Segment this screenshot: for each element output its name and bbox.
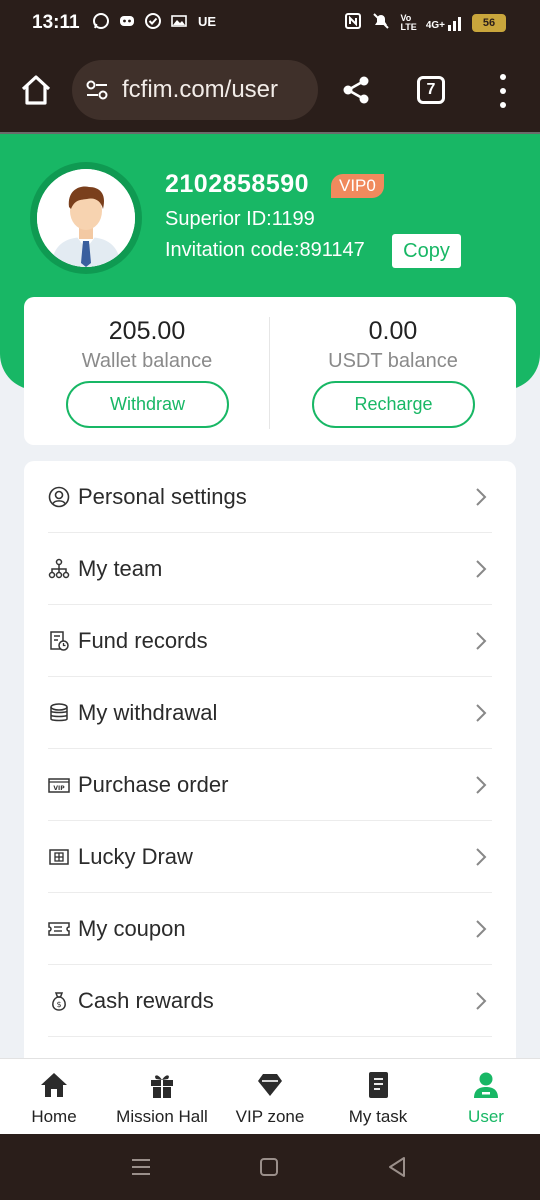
user-icon — [474, 1072, 498, 1098]
carrier-text: UE — [198, 13, 217, 29]
signal-icon: 4G+ — [426, 15, 463, 31]
invitation-code: Invitation code:891147 — [165, 239, 365, 261]
nav-user[interactable]: User — [456, 1059, 516, 1135]
team-tree-icon — [48, 558, 70, 580]
fund-records-icon — [48, 630, 70, 652]
menu-item-cash-rewards[interactable]: $ Cash rewards — [48, 965, 492, 1037]
browser-home-button[interactable] — [18, 72, 54, 108]
recent-apps-icon[interactable] — [128, 1154, 154, 1180]
coins-stack-icon — [48, 702, 70, 724]
house-icon — [21, 75, 51, 105]
menu-item-label: Lucky Draw — [78, 843, 193, 869]
home-square-icon[interactable] — [256, 1154, 282, 1180]
menu-item-label: My team — [78, 555, 163, 581]
menu-item-label: Personal settings — [78, 483, 247, 509]
share-icon — [343, 76, 369, 104]
back-triangle-icon[interactable] — [384, 1154, 410, 1180]
menu-item-label: Purchase order — [78, 771, 229, 797]
menu-item-label: My coupon — [78, 915, 186, 941]
nav-home[interactable]: Home — [24, 1059, 84, 1135]
gift-icon — [151, 1075, 173, 1098]
diamond-icon — [258, 1074, 282, 1096]
coupon-icon — [48, 918, 70, 940]
recharge-button[interactable]: Recharge — [312, 381, 475, 428]
image-icon — [170, 12, 188, 30]
usdt-balance-section: 0.00 USDT balance Recharge — [270, 297, 516, 445]
nav-label: Home — [31, 1107, 77, 1126]
user-menu: Personal settings My team Fund records M… — [24, 461, 516, 1058]
chevron-right-icon — [476, 920, 487, 938]
svg-text:VIP: VIP — [53, 785, 65, 792]
chevron-right-icon — [476, 560, 487, 578]
menu-item-purchase-order[interactable]: VIP Purchase order — [48, 749, 492, 821]
vip-ticket-icon: VIP — [48, 774, 70, 796]
menu-item-personal-settings[interactable]: Personal settings — [48, 461, 492, 533]
notification-icons: UE — [92, 12, 216, 30]
site-settings-icon[interactable] — [84, 77, 110, 103]
lucky-draw-icon — [48, 846, 70, 868]
usdt-balance-label: USDT balance — [328, 350, 458, 372]
battery-indicator: 56 — [472, 13, 506, 32]
chevron-right-icon — [476, 992, 487, 1010]
vip-badge: VIP0 — [331, 174, 384, 198]
share-button[interactable] — [340, 74, 372, 106]
home-icon — [41, 1073, 67, 1097]
notebook-icon — [369, 1072, 388, 1098]
page-content: 2102858590 VIP0 Superior ID:1199 Invitat… — [0, 132, 540, 1058]
nav-mission-hall[interactable]: Mission Hall — [108, 1059, 216, 1135]
menu-item-label: Fund records — [78, 627, 208, 653]
system-navigation-bar — [0, 1134, 540, 1200]
menu-item-my-team[interactable]: My team — [48, 533, 492, 605]
discord-icon — [118, 12, 136, 30]
nfc-icon — [344, 12, 362, 33]
chevron-right-icon — [476, 776, 487, 794]
volte-icon: Vo LTE — [400, 12, 417, 32]
status-time: 13:11 — [32, 12, 80, 33]
balance-card: 205.00 Wallet balance Withdraw 0.00 USDT… — [24, 297, 516, 445]
withdraw-button[interactable]: Withdraw — [66, 381, 229, 428]
system-status-icons: Vo LTE 4G+ 56 — [344, 12, 506, 33]
more-options-button[interactable] — [495, 74, 511, 108]
tab-switcher-button[interactable]: 7 — [417, 76, 445, 104]
nav-label: Mission Hall — [116, 1107, 208, 1126]
chevron-right-icon — [476, 632, 487, 650]
nav-label: User — [468, 1107, 504, 1126]
nav-vip-zone[interactable]: VIP zone — [228, 1059, 312, 1135]
wallet-balance-label: Wallet balance — [81, 350, 213, 372]
chevron-right-icon — [476, 704, 487, 722]
nav-label: My task — [348, 1107, 408, 1126]
menu-item-lucky-draw[interactable]: Lucky Draw — [48, 821, 492, 893]
menu-item-fund-records[interactable]: Fund records — [48, 605, 492, 677]
bottom-navigation: Home Mission Hall VIP zone My task User — [0, 1058, 540, 1134]
chevron-right-icon — [476, 848, 487, 866]
whatsapp-icon — [92, 12, 110, 30]
superior-id: Superior ID:1199 — [165, 208, 315, 230]
url-text: fcfim.com/user — [122, 76, 279, 103]
menu-item-my-coupon[interactable]: My coupon — [48, 893, 492, 965]
menu-item-my-withdrawal[interactable]: My withdrawal — [48, 677, 492, 749]
nav-label: VIP zone — [235, 1107, 305, 1126]
network-type: 4G+ — [425, 19, 445, 31]
status-bar: 13:11 UE Vo LTE 4G+ 56 — [0, 0, 540, 50]
copy-button[interactable]: Copy — [392, 234, 461, 268]
wallet-balance-section: 205.00 Wallet balance Withdraw — [24, 297, 270, 445]
wallet-balance-value: 205.00 — [108, 317, 186, 345]
avatar — [30, 162, 142, 274]
user-circle-icon — [48, 486, 70, 508]
usdt-balance-value: 0.00 — [368, 317, 418, 345]
address-bar[interactable]: fcfim.com/user — [72, 60, 318, 120]
menu-item-label: My withdrawal — [78, 699, 218, 725]
check-circle-icon — [144, 12, 162, 30]
user-id: 2102858590 — [165, 170, 310, 198]
mute-icon — [371, 12, 391, 33]
chevron-right-icon — [476, 488, 487, 506]
browser-toolbar: fcfim.com/user 7 — [0, 50, 540, 132]
nav-my-task[interactable]: My task — [336, 1059, 420, 1135]
money-bag-icon: $ — [48, 990, 70, 1012]
user-avatar-icon — [37, 169, 135, 267]
menu-item-label: Cash rewards — [78, 987, 214, 1013]
svg-text:$: $ — [56, 1000, 61, 1009]
